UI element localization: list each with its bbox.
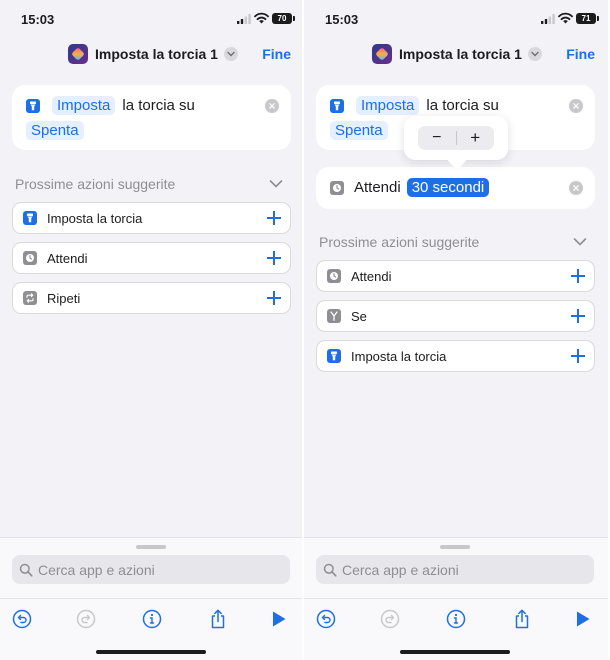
suggestion-label: Se — [351, 308, 367, 324]
suggestion-label: Imposta la torcia — [351, 348, 447, 364]
chevron-down-icon — [527, 47, 542, 61]
action-card-wait[interactable]: Attendi 30 secondi — [316, 167, 595, 209]
flashlight-icon — [327, 349, 341, 363]
search-icon — [323, 563, 337, 577]
suggestion-row-wait[interactable]: Attendi — [316, 260, 595, 292]
collapse-chevron-icon[interactable] — [573, 237, 587, 247]
suggestions-title: Prossime azioni suggerite — [319, 234, 480, 250]
status-time: 15:03 — [21, 12, 55, 27]
torch-state-token[interactable]: Spenta — [330, 121, 388, 140]
action-text: la torcia su — [426, 97, 499, 114]
shortcut-title-menu[interactable]: Imposta la torcia 1 — [372, 44, 542, 64]
shortcut-title-menu[interactable]: Imposta la torcia 1 — [68, 44, 238, 64]
search-placeholder: Cerca app e azioni — [342, 561, 459, 578]
suggestion-row-wait[interactable]: Attendi — [12, 242, 291, 274]
bottom-sheet: Cerca app e azioni — [304, 537, 608, 660]
done-button[interactable]: Fine — [262, 46, 291, 62]
cellular-signal-icon — [237, 14, 251, 24]
suggestion-label: Ripeti — [47, 290, 81, 306]
remove-action-icon[interactable] — [265, 99, 279, 113]
add-icon[interactable] — [267, 211, 281, 225]
wait-label: Attendi — [354, 179, 401, 196]
status-time: 15:03 — [325, 12, 359, 27]
suggestion-row-set-torch[interactable]: Imposta la torcia — [316, 340, 595, 372]
torch-state-token[interactable]: Spenta — [26, 121, 84, 140]
share-icon[interactable] — [207, 608, 229, 630]
nav-bar: Imposta la torcia 1 Fine — [0, 40, 304, 72]
suggestion-label: Attendi — [351, 268, 392, 284]
done-button[interactable]: Fine — [566, 46, 595, 62]
home-indicator — [400, 650, 510, 654]
flashlight-icon — [26, 98, 40, 113]
clock-icon — [23, 251, 37, 265]
suggestion-row-if[interactable]: Se — [316, 300, 595, 332]
suggestion-row-set-torch[interactable]: Imposta la torcia — [12, 202, 291, 234]
share-icon[interactable] — [511, 608, 533, 630]
action-text: la torcia su — [122, 97, 195, 114]
collapse-chevron-icon[interactable] — [269, 179, 283, 189]
battery-icon: 70 — [272, 13, 295, 24]
search-placeholder: Cerca app e azioni — [38, 561, 155, 578]
repeat-icon — [23, 291, 37, 305]
add-icon[interactable] — [571, 349, 585, 363]
screens: 15:03 70 Imposta la torcia 1 Fine Impost… — [0, 0, 610, 660]
play-icon[interactable] — [572, 608, 594, 630]
shortcut-title: Imposta la torcia 1 — [399, 46, 522, 62]
redo-icon[interactable] — [379, 608, 401, 630]
undo-icon[interactable] — [315, 608, 337, 630]
duration-stepper-popover: − + — [404, 116, 508, 160]
nav-bar: Imposta la torcia 1 Fine — [304, 40, 608, 72]
set-verb-token[interactable]: Imposta — [356, 96, 420, 115]
status-bar: 15:03 71 — [304, 0, 608, 40]
duration-stepper[interactable]: − + — [418, 126, 494, 150]
cellular-signal-icon — [541, 14, 555, 24]
flashlight-icon — [330, 98, 344, 113]
wifi-icon — [254, 12, 269, 24]
bottom-sheet: Cerca app e azioni — [0, 537, 304, 660]
left-screen: 15:03 70 Imposta la torcia 1 Fine Impost… — [0, 0, 304, 660]
add-icon[interactable] — [571, 269, 585, 283]
play-icon[interactable] — [268, 608, 290, 630]
wait-duration-token[interactable]: 30 secondi — [406, 178, 490, 197]
suggestion-label: Attendi — [47, 250, 88, 266]
toolbar-divider — [0, 598, 304, 599]
search-icon — [19, 563, 33, 577]
search-field[interactable]: Cerca app e azioni — [316, 555, 594, 584]
status-bar: 15:03 70 — [0, 0, 304, 40]
action-card-set-torch[interactable]: Imposta la torcia su Spenta — [12, 85, 291, 150]
remove-action-icon[interactable] — [569, 181, 583, 195]
shortcut-app-icon — [68, 44, 88, 64]
battery-icon: 71 — [576, 13, 599, 24]
info-icon[interactable] — [141, 608, 163, 630]
chevron-down-icon — [223, 47, 238, 61]
clock-icon — [327, 269, 341, 283]
add-icon[interactable] — [267, 291, 281, 305]
redo-icon[interactable] — [75, 608, 97, 630]
suggestion-row-repeat[interactable]: Ripeti — [12, 282, 291, 314]
search-field[interactable]: Cerca app e azioni — [12, 555, 290, 584]
add-icon[interactable] — [571, 309, 585, 323]
toolbar-divider — [304, 598, 608, 599]
set-verb-token[interactable]: Imposta — [52, 96, 116, 115]
suggestion-label: Imposta la torcia — [47, 210, 143, 226]
right-screen: 15:03 71 Imposta la torcia 1 Fine Impost… — [304, 0, 608, 660]
undo-icon[interactable] — [11, 608, 33, 630]
branch-icon — [327, 309, 341, 323]
sheet-grabber[interactable] — [136, 545, 166, 549]
add-icon[interactable] — [267, 251, 281, 265]
shortcut-app-icon — [372, 44, 392, 64]
wifi-icon — [558, 12, 573, 24]
remove-action-icon[interactable] — [569, 99, 583, 113]
shortcut-title: Imposta la torcia 1 — [95, 46, 218, 62]
decrement-button[interactable]: − — [418, 126, 456, 150]
suggestions-title: Prossime azioni suggerite — [15, 176, 176, 192]
clock-icon — [330, 180, 344, 195]
home-indicator — [96, 650, 206, 654]
increment-button[interactable]: + — [457, 126, 495, 150]
flashlight-icon — [23, 211, 37, 225]
info-icon[interactable] — [445, 608, 467, 630]
sheet-grabber[interactable] — [440, 545, 470, 549]
